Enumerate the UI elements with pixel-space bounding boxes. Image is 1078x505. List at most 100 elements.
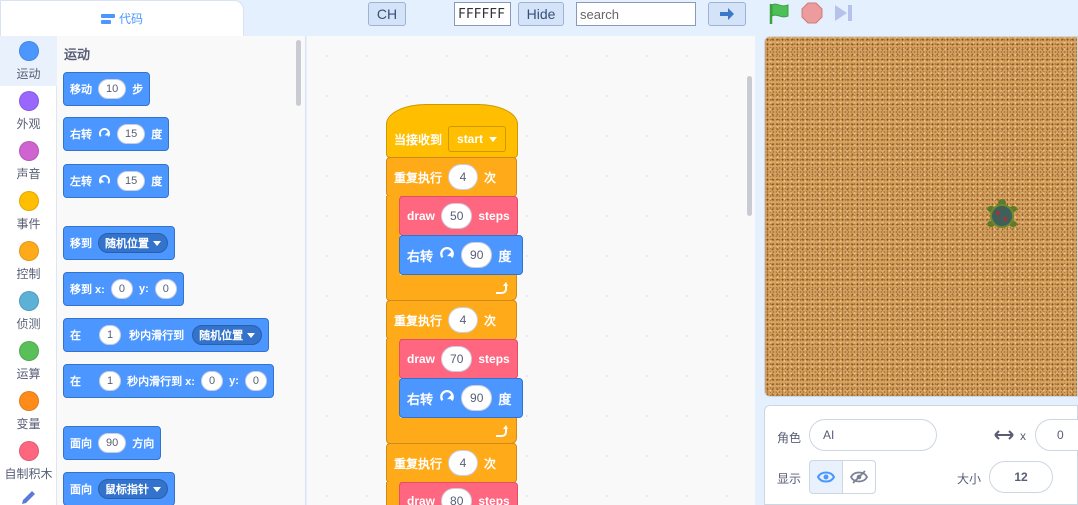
steps-input[interactable]: 10	[98, 79, 127, 99]
block-label: 度	[151, 129, 163, 141]
block-label: steps	[478, 352, 510, 366]
category-label: 变量	[16, 417, 41, 431]
goto-target-dropdown[interactable]: 随机位置	[98, 233, 168, 253]
degrees-input[interactable]: 15	[117, 171, 146, 191]
control-dot-icon	[18, 241, 39, 261]
size-input[interactable]: 12	[989, 461, 1053, 493]
category-sensing[interactable]: 侦测	[0, 286, 57, 336]
chevron-down-icon	[489, 136, 498, 142]
pen-extension-icon[interactable]	[20, 490, 36, 505]
repeat-block[interactable]: 重复执行 4 次	[386, 443, 517, 483]
block-label: steps	[478, 494, 510, 505]
turn-right-block[interactable]: 右转 90 度	[399, 235, 523, 275]
glide-block[interactable]: 在 1 秒内滑行到 随机位置	[63, 318, 270, 352]
chevron-down-icon	[247, 332, 256, 338]
variables-dot-icon	[18, 391, 39, 411]
seconds-input[interactable]: 1	[99, 325, 122, 345]
draw-steps-block[interactable]: draw 50 steps	[399, 196, 518, 236]
search-input[interactable]: search	[576, 2, 696, 26]
color-input[interactable]: FFFFFF	[454, 2, 511, 26]
turn-left-block[interactable]: 左转 15 度	[63, 164, 170, 198]
category-events[interactable]: 事件	[0, 186, 57, 236]
glide-target-dropdown[interactable]: 随机位置	[192, 325, 263, 345]
green-flag-icon[interactable]	[768, 3, 792, 25]
category-control[interactable]: 控制	[0, 236, 57, 286]
category-sound[interactable]: 声音	[0, 136, 57, 186]
block-label: 度	[498, 248, 512, 264]
turn-right-block[interactable]: 右转 15 度	[63, 117, 170, 151]
draw-steps-block[interactable]: draw 70 steps	[399, 339, 518, 379]
repeat-block[interactable]: 重复执行 4 次	[386, 157, 517, 197]
message-dropdown[interactable]: start	[448, 126, 507, 152]
when-receive-hat-block[interactable]: 当接收到 start	[386, 104, 518, 158]
turtle-sprite-icon[interactable]	[985, 197, 1019, 233]
dropdown-value: 随机位置	[199, 330, 244, 342]
draw-steps-input[interactable]: 80	[441, 488, 473, 505]
script-area[interactable]	[307, 36, 755, 505]
turn-right-block[interactable]: 右转 90 度	[399, 378, 523, 418]
show-sprite-button[interactable]	[809, 460, 843, 494]
tab-code[interactable]: 代码	[0, 0, 244, 36]
x-input[interactable]: 0	[200, 371, 224, 391]
sound-dot-icon	[18, 141, 39, 161]
repeat-count-input[interactable]: 4	[448, 450, 479, 476]
rotate-left-icon	[98, 174, 111, 184]
sprite-name-input[interactable]: AI	[809, 419, 937, 451]
stage[interactable]	[764, 36, 1078, 397]
y-input[interactable]: 0	[244, 371, 267, 391]
loop-arrow-icon	[496, 282, 508, 294]
category-label: 侦测	[16, 317, 41, 331]
degrees-input[interactable]: 15	[117, 124, 146, 144]
eye-icon	[817, 471, 835, 483]
repeat-block[interactable]: 重复执行 4 次	[386, 300, 517, 340]
motion-dot-icon	[18, 41, 39, 61]
block-label: 在	[70, 376, 81, 388]
draw-steps-input[interactable]: 50	[441, 203, 473, 229]
draw-steps-input[interactable]: 70	[441, 346, 473, 372]
category-operators[interactable]: 运算	[0, 336, 57, 386]
tab-code-label: 代码	[118, 12, 143, 26]
glide-xy-block[interactable]: 在 1 秒内滑行到 x: 0 y: 0	[63, 364, 274, 398]
x-input[interactable]: 0	[110, 279, 133, 299]
category-looks[interactable]: 外观	[0, 86, 57, 136]
direction-input[interactable]: 90	[98, 433, 127, 453]
x-input[interactable]: 0	[1035, 419, 1078, 451]
move-steps-block[interactable]: 移动 10 步	[63, 72, 151, 106]
goto-block[interactable]: 移到 随机位置	[63, 226, 175, 260]
y-input[interactable]: 0	[154, 279, 177, 299]
goto-xy-block[interactable]: 移到 x: 0 y: 0	[63, 272, 184, 306]
block-label: 次	[484, 170, 497, 185]
repeat-count-input[interactable]: 4	[448, 307, 479, 333]
repeat-arm	[386, 482, 400, 505]
point-towards-block[interactable]: 面向 鼠标指针	[63, 472, 175, 505]
degrees-input[interactable]: 90	[461, 385, 493, 411]
draw-steps-block[interactable]: draw 80 steps	[399, 482, 518, 505]
point-towards-dropdown[interactable]: 鼠标指针	[98, 479, 168, 499]
language-button[interactable]: CH	[368, 2, 406, 26]
category-motion[interactable]: 运动	[0, 36, 57, 86]
hide-button[interactable]: Hide	[518, 2, 564, 26]
stop-icon[interactable]	[801, 2, 823, 24]
block-label: 秒内滑行到 x:	[127, 376, 195, 388]
category-variables[interactable]: 变量	[0, 386, 57, 436]
seconds-input[interactable]: 1	[99, 371, 122, 391]
go-button[interactable]	[708, 2, 746, 26]
block-label: 步	[132, 84, 144, 96]
block-label: 度	[498, 391, 512, 407]
point-direction-block[interactable]: 面向 90 方向	[63, 426, 162, 460]
hide-sprite-button[interactable]	[842, 460, 876, 494]
repeat-count-input[interactable]: 4	[448, 164, 479, 190]
category-label: 声音	[16, 167, 41, 181]
chevron-down-icon	[153, 240, 161, 246]
show-label: 显示	[777, 472, 802, 486]
degrees-input[interactable]: 90	[461, 242, 493, 268]
block-label: 左转	[70, 176, 92, 188]
script-scrollbar[interactable]	[747, 76, 752, 216]
palette-scrollbar[interactable]	[296, 40, 301, 106]
loop-arrow-icon	[496, 425, 508, 437]
category-my-blocks[interactable]: 自制积木	[0, 436, 57, 486]
category-menu: 运动 外观 声音 事件 控制 侦测 运算 变量 自制积木	[0, 36, 57, 505]
step-icon[interactable]	[833, 3, 855, 23]
category-label: 外观	[16, 117, 41, 131]
repeat-block-bottom	[386, 275, 517, 301]
